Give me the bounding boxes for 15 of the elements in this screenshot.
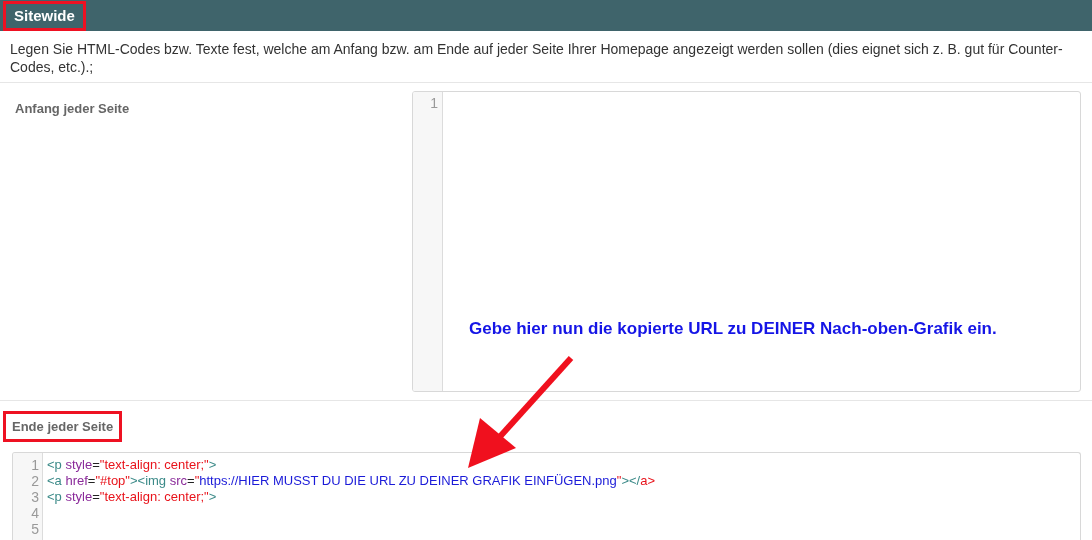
annotation-text: Gebe hier nun die kopierte URL zu DEINER Nach-oben-Grafik ein.: [469, 319, 997, 339]
section-title: Sitewide: [3, 0, 86, 31]
field-label: Anfang jeder Seite: [14, 100, 131, 118]
code-line: <p style="text-align: center;">: [47, 457, 218, 473]
code-line: <p style="text-align: center;">: [47, 489, 218, 505]
line-number: 1: [429, 95, 439, 111]
description-text: Legen Sie HTML-Codes bzw. Texte fest, welche am Anfang bzw. am Ende auf jeder Seite Ihrer Homepage angezeigt werden sollen (dies eignet sich z. B. gut für Counter-Codes, etc.).;: [0, 31, 1092, 83]
line-number: 1: [30, 457, 40, 473]
line-number: 4: [30, 505, 40, 521]
code-line: <a href="#top"><img src="https://HIER MUSST DU DIE URL ZU DEINER GRAFIK EINFÜGEN.png"></a>: [47, 473, 657, 489]
field-label: Ende jeder Seite: [3, 411, 123, 442]
line-number: 2: [30, 473, 40, 489]
line-number: 5: [30, 521, 40, 537]
line-number: 3: [30, 489, 40, 505]
code-editor[interactable]: 1 2 3 4 5 <p style="text-align: center;"> <a href="#top"><img src="https://HIER MUSST DU DIE URL ZU DEINER GRAFIK EINFÜGEN.png"></a> <p style="text-align: center;">: [12, 452, 1081, 540]
